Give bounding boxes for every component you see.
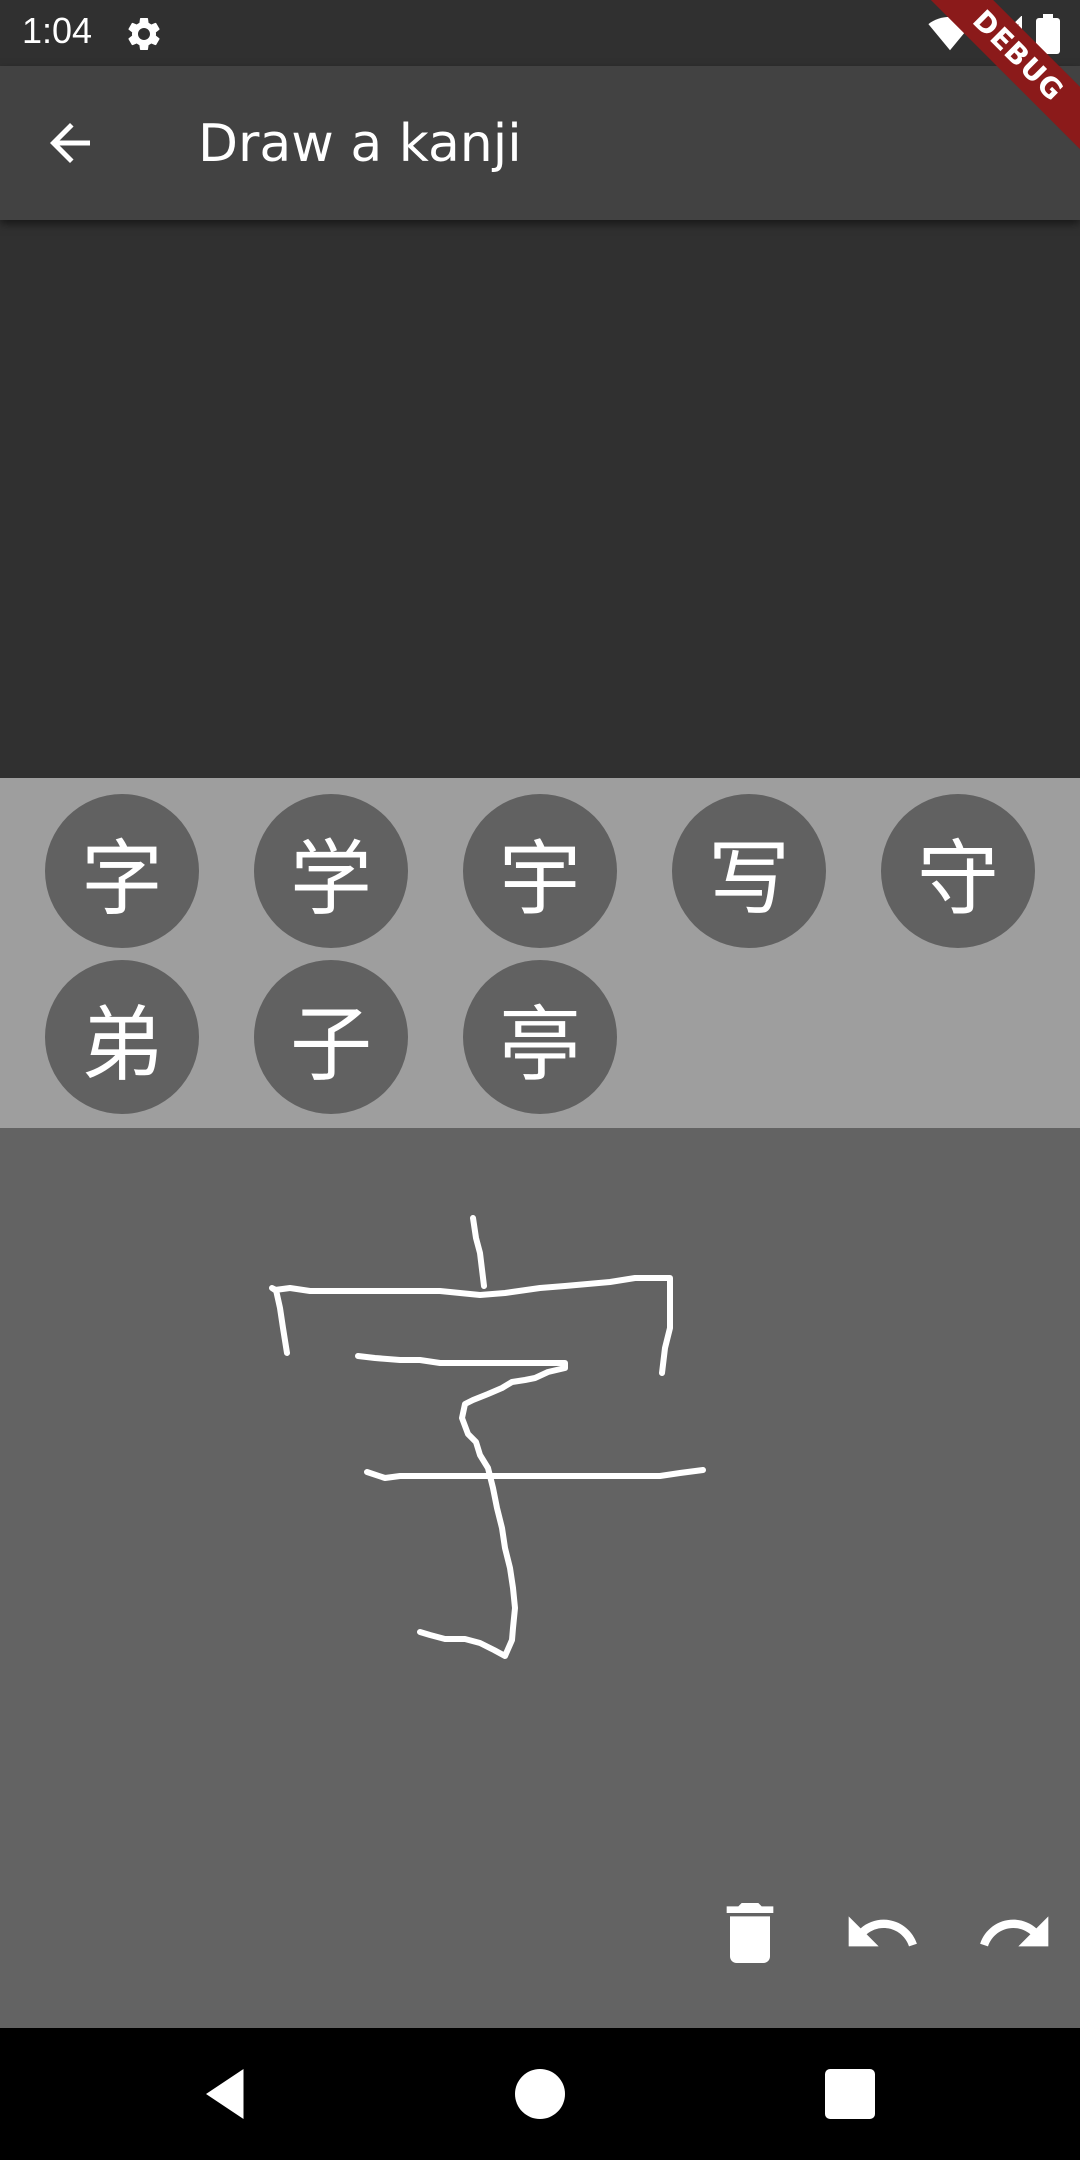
- recents-square-icon[interactable]: [820, 2064, 880, 2124]
- app-bar: Draw a kanji: [0, 66, 1080, 220]
- candidate-button[interactable]: 守: [881, 794, 1035, 948]
- candidate-button[interactable]: 子: [254, 960, 408, 1114]
- gear-icon: [128, 17, 160, 50]
- user-strokes: [269, 1215, 706, 1659]
- stroke: [364, 1467, 706, 1481]
- candidate-panel: 字 学 宇 写 守 弟 子 亭: [0, 778, 1080, 1128]
- candidate-button[interactable]: 字: [45, 794, 199, 948]
- page-title: Draw a kanji: [198, 114, 522, 174]
- redo-icon[interactable]: [975, 1893, 1055, 1973]
- drawing-canvas-area[interactable]: [0, 1128, 1080, 2028]
- candidate-button[interactable]: 弟: [45, 960, 199, 1114]
- result-area: [0, 220, 1080, 778]
- stroke: [355, 1353, 568, 1659]
- trash-icon[interactable]: [710, 1893, 790, 1973]
- screen: 1:04 Draw a kanji DEBUG 字 学 宇 写 守 弟 子 亭: [0, 0, 1080, 2160]
- status-bar: 1:04: [0, 0, 1080, 66]
- stroke: [269, 1275, 673, 1376]
- back-triangle-icon[interactable]: [196, 2064, 256, 2124]
- candidate-button[interactable]: 宇: [463, 794, 617, 948]
- system-nav-bar: [0, 2028, 1080, 2160]
- candidate-button[interactable]: 亭: [463, 960, 617, 1114]
- candidate-button[interactable]: 写: [672, 794, 826, 948]
- arrow-back-icon[interactable]: [40, 113, 100, 173]
- status-time: 1:04: [22, 10, 93, 51]
- home-circle-icon[interactable]: [510, 2064, 570, 2124]
- candidate-button[interactable]: 学: [254, 794, 408, 948]
- undo-icon[interactable]: [842, 1893, 922, 1973]
- stroke: [470, 1215, 487, 1289]
